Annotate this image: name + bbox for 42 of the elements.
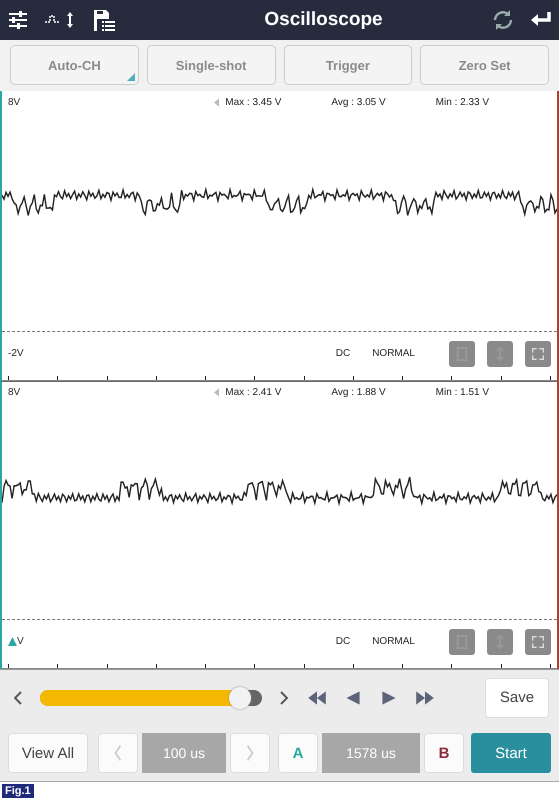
scale-min-label: V — [17, 636, 24, 648]
slider-thumb[interactable] — [228, 686, 251, 709]
copy-button[interactable] — [449, 340, 475, 367]
view-all-button[interactable]: View All — [8, 733, 88, 774]
fullscreen-button[interactable] — [525, 340, 551, 367]
avg-reading: Avg : 3.05 V — [331, 96, 386, 108]
scale-max-label: 8V — [8, 387, 20, 398]
timebase-value: 100 us — [142, 733, 226, 774]
cursor-a-button[interactable]: A — [278, 733, 318, 774]
fullscreen-icon — [532, 634, 544, 649]
scale-min-label: -2V — [8, 348, 24, 360]
chevron-left-icon — [14, 690, 22, 705]
figure-label: Fig.1 — [2, 784, 34, 798]
trigger-mode-label: NORMAL — [372, 348, 415, 360]
cursor-value: 1578 us — [322, 733, 420, 774]
min-reading: Min : 1.51 V — [436, 387, 490, 398]
chevron-right-icon — [246, 745, 254, 762]
vertical-arrow-button[interactable] — [487, 340, 513, 367]
coupling-label: DC — [336, 348, 350, 360]
save-button[interactable]: Save — [485, 678, 549, 718]
scale-max-label: 8V — [8, 96, 20, 108]
max-reading: Max : 3.45 V — [225, 96, 282, 108]
vertical-arrow-button[interactable] — [487, 628, 513, 655]
fullscreen-button[interactable] — [525, 628, 551, 655]
screen-title: Oscilloscope — [263, 8, 384, 31]
avg-reading: Avg : 1.88 V — [331, 387, 386, 398]
min-reading: Min : 2.33 V — [436, 96, 490, 108]
fullscreen-icon — [532, 346, 544, 361]
chevron-right-icon — [280, 690, 288, 705]
left-triangle-icon — [214, 98, 220, 107]
chevron-left-icon — [114, 745, 122, 762]
trigger-mode-label: NORMAL — [372, 636, 415, 648]
fast-forward-icon[interactable] — [414, 690, 436, 705]
refresh-icon[interactable] — [491, 8, 515, 32]
max-reading: Max : 2.41 V — [225, 387, 282, 398]
cursor-b-button[interactable]: B — [424, 733, 464, 774]
copy-button[interactable] — [449, 628, 475, 655]
rewind-icon[interactable] — [306, 690, 328, 705]
start-button[interactable]: Start — [471, 733, 551, 774]
save-list-icon[interactable] — [92, 8, 116, 32]
coupling-label: DC — [336, 636, 350, 648]
left-triangle-icon — [214, 388, 220, 398]
